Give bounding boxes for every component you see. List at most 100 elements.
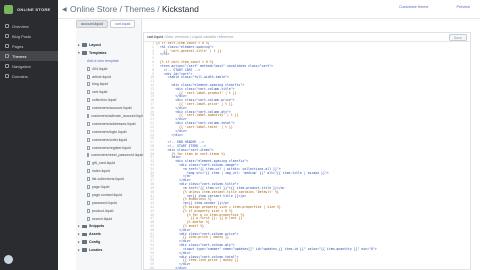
tree-label: page.contact.liquid (92, 192, 122, 197)
tree-label: collection.liquid (92, 98, 117, 103)
breadcrumb-online-store[interactable]: Online Store (70, 4, 117, 14)
tree-file[interactable]: page.contact.liquid (78, 191, 142, 199)
tree-file[interactable]: article.liquid (78, 73, 142, 81)
tree-label: customers/reset_password.liquid (91, 153, 144, 158)
globe-icon (5, 74, 9, 78)
folder-icon (82, 232, 87, 237)
file-icon (87, 169, 90, 174)
sidebar-item-overview[interactable]: Overview (0, 21, 58, 31)
tree-file[interactable]: customers/reset_password.liquid (78, 151, 144, 159)
add-template-link[interactable]: Add a new template (78, 57, 142, 65)
editor-file-name: cart.liquid (147, 35, 164, 39)
admin-sidebar: ONLINE STORE Overview Blog Posts Pages T… (0, 0, 58, 270)
file-icon (87, 106, 90, 111)
tree-file[interactable]: 404.liquid (78, 65, 142, 73)
tree-label: customers/account.liquid (92, 106, 132, 111)
tree-file[interactable]: product.liquid (78, 207, 142, 215)
tree-label: Layout (89, 42, 101, 47)
editor-header-note[interactable]: Older versions | Liquid variable referen… (164, 35, 233, 39)
save-button[interactable]: Save (448, 34, 467, 41)
sidebar-item-domains[interactable]: Domains (0, 71, 58, 81)
editor-tabs: account.liquid cart.liquid (76, 20, 136, 32)
file-icon (87, 66, 90, 71)
sidebar-item-themes[interactable]: Themes (0, 51, 58, 61)
preview-link[interactable]: Preview (456, 5, 470, 9)
file-icon (87, 184, 90, 189)
tree-label: page.liquid (92, 184, 110, 189)
tree-folder[interactable]: ▾ Templates (78, 49, 142, 57)
tree-file[interactable]: customers/account.liquid (78, 104, 142, 112)
tree-file[interactable]: index.liquid (78, 167, 142, 175)
file-icon (87, 208, 90, 213)
tree-file[interactable]: customers/login.liquid (78, 128, 142, 136)
file-icon (87, 82, 90, 87)
tree-file[interactable]: customers/addresses.liquid (78, 120, 142, 128)
tree-file[interactable]: gift_card.liquid (78, 159, 142, 167)
breadcrumb-themes[interactable]: Themes (124, 4, 155, 14)
tree-folder[interactable]: ▸ Assets (78, 230, 142, 238)
file-tree: ▸ Layout ▾ Templates Add a new template 404.l… (78, 41, 145, 254)
tree-label: blog.liquid (92, 82, 109, 87)
tree-label: Snippets (89, 224, 105, 229)
editor-header: cart.liquid Older versions | Liquid vari… (144, 33, 470, 42)
tree-folder[interactable]: ▸ Layout (78, 41, 142, 49)
sidebar-item-navigation[interactable]: Navigation (0, 61, 58, 71)
sidebar-brand-label: ONLINE STORE (17, 7, 51, 12)
code-area[interactable]: 1 {% if cart.item_count > 0 %} 2 <h1 class… (144, 42, 470, 270)
tree-file[interactable]: cart.liquid (78, 88, 142, 96)
tree-label: product.liquid (92, 208, 114, 213)
file-icon (87, 153, 89, 158)
tree-folder[interactable]: ▸ Locales (78, 246, 142, 254)
code-editor: cart.liquid Older versions | Liquid vari… (143, 32, 471, 270)
tree-file[interactable]: blog.liquid (78, 80, 142, 88)
tree-label: customers/order.liquid (92, 137, 128, 142)
file-icon (87, 216, 90, 221)
folder-icon (82, 51, 87, 55)
sidebar-item-pages[interactable]: Pages (0, 41, 58, 51)
file-icon (87, 177, 90, 182)
theme-icon (5, 54, 9, 58)
tree-label: customers/login.liquid (92, 129, 127, 134)
tree-label: customers/activate_account.liquid (91, 113, 145, 118)
tree-file[interactable]: password.liquid (78, 199, 142, 207)
sidebar-item-label: Overview (12, 23, 29, 29)
tree-label: customers/register.liquid (92, 145, 131, 150)
file-icon (87, 90, 90, 95)
back-arrow-icon[interactable]: ◀ (62, 6, 70, 13)
tree-file[interactable]: customers/activate_account.liquid (78, 112, 145, 120)
tree-file[interactable]: page.liquid (78, 183, 142, 191)
tree-label: article.liquid (92, 74, 111, 79)
code-text: </div> (156, 132, 183, 137)
sidebar-nav: Overview Blog Posts Pages Themes Navigat… (0, 21, 58, 81)
tree-file[interactable]: collection.liquid (78, 96, 142, 104)
tree-label: password.liquid (92, 200, 117, 205)
customize-theme-link[interactable]: Customize theme (399, 5, 429, 9)
file-icon (87, 129, 90, 134)
sidebar-header: ONLINE STORE (0, 0, 58, 19)
avatar[interactable] (4, 255, 13, 264)
sidebar-item-label: Domains (12, 73, 28, 79)
tab-account-liquid[interactable]: account.liquid (76, 20, 108, 28)
folder-icon (82, 248, 87, 252)
file-icon (87, 200, 90, 205)
folder-icon (82, 240, 87, 244)
sidebar-item-label: Themes (12, 53, 27, 59)
file-icon (87, 161, 90, 166)
top-bar: ◀ Online Store / Themes / Kickstand Cust… (58, 0, 480, 19)
tree-label: cart.liquid (92, 90, 108, 95)
file-icon (87, 98, 90, 103)
tree-file[interactable]: search.liquid (78, 215, 142, 223)
sidebar-item-blog-posts[interactable]: Blog Posts (0, 31, 58, 41)
code-text: <table class="full-width-table"> (156, 75, 229, 80)
tree-file[interactable]: list-collections.liquid (78, 175, 142, 183)
shopify-bag-icon[interactable] (4, 5, 13, 14)
file-icon (87, 137, 90, 142)
tree-label: list-collections.liquid (92, 177, 124, 182)
tree-file[interactable]: customers/order.liquid (78, 136, 142, 144)
tree-folder[interactable]: ▸ Config (78, 238, 142, 246)
tree-folder[interactable]: ▸ Snippets (78, 222, 142, 230)
tab-cart-liquid[interactable]: cart.liquid (109, 20, 136, 28)
sidebar-item-label: Navigation (12, 63, 31, 69)
tree-file[interactable]: customers/register.liquid (78, 144, 142, 152)
code-text: </h1> (156, 52, 170, 57)
